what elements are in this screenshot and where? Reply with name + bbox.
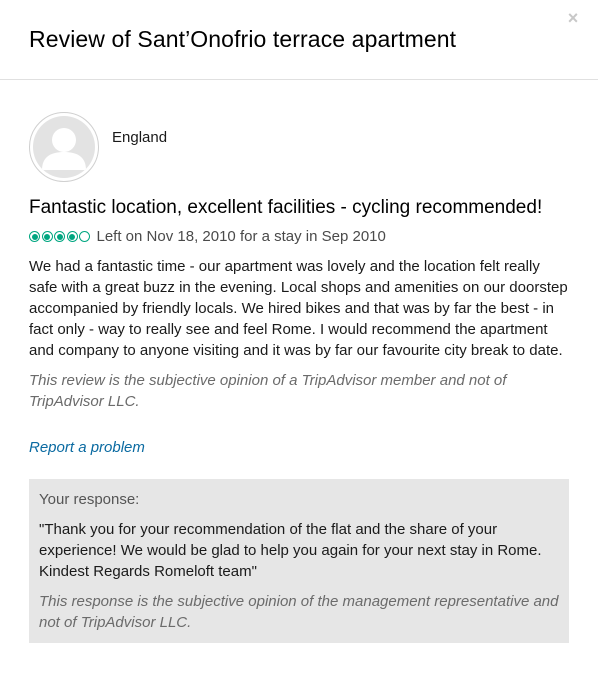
review-title: Fantastic location, excellent facilities…: [29, 197, 543, 218]
review-date: Left on Nov 18, 2010 for a stay in Sep 2…: [96, 228, 386, 245]
rating-bubble-filled-icon: [29, 231, 40, 242]
reviewer-info: England: [29, 112, 569, 184]
dialog-header: Review of Sant’Onofrio terrace apartment…: [0, 0, 598, 80]
rating-bubble-filled-icon: [66, 231, 78, 242]
rating-bubbles: [29, 231, 92, 242]
report-problem-link[interactable]: Report a problem: [29, 439, 145, 456]
owner-response: Your response: "Thank you for your recom…: [29, 479, 569, 643]
review-meta: Left on Nov 18, 2010 for a stay in Sep 2…: [29, 228, 569, 245]
reviewer-location: England: [112, 129, 168, 146]
response-label: Your response:: [39, 491, 140, 508]
rating-bubble-empty-icon: [79, 231, 90, 242]
user-avatar-icon: [33, 116, 95, 178]
dialog-title: Review of Sant’Onofrio terrace apartment: [29, 26, 457, 52]
close-icon[interactable]: ×: [566, 9, 580, 27]
avatar: [29, 112, 99, 182]
review-disclaimer: This review is the subjective opinion of…: [29, 372, 507, 410]
response-disclaimer: This response is the subjective opinion …: [39, 593, 559, 631]
review-content: England Fantastic location, excellent fa…: [29, 112, 569, 643]
response-text: "Thank you for your recommendation of th…: [39, 521, 542, 580]
rating-bubble-filled-icon: [41, 231, 53, 242]
rating-bubble-filled-icon: [54, 231, 65, 242]
review-text: We had a fantastic time - our apartment …: [29, 258, 568, 359]
